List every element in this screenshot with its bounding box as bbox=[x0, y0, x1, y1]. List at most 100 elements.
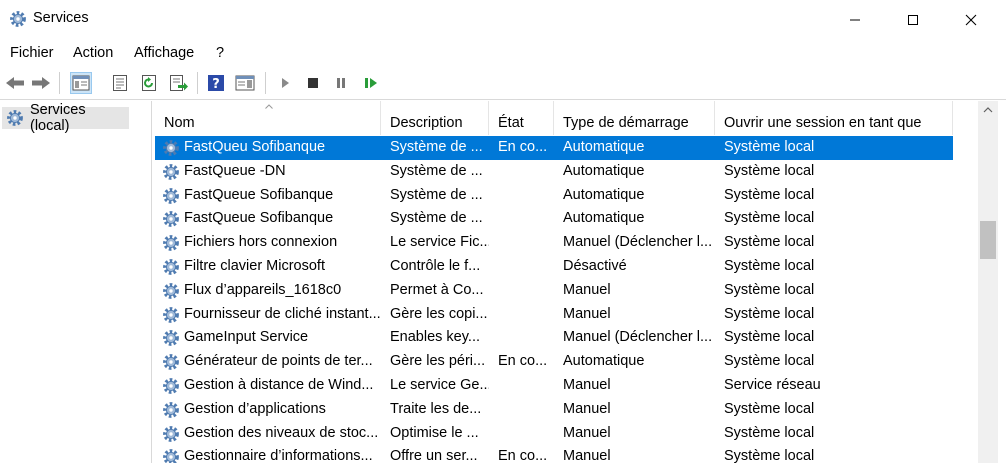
cell-description: Système de ... bbox=[390, 139, 483, 155]
scrollbar-thumb[interactable] bbox=[980, 221, 996, 259]
cell-description: Optimise le ... bbox=[390, 424, 479, 441]
toolbar-separator bbox=[59, 72, 60, 94]
cell-startup-type: Manuel bbox=[563, 424, 611, 441]
close-icon bbox=[965, 14, 977, 26]
maximize-button[interactable] bbox=[884, 0, 942, 40]
cell-state bbox=[489, 303, 554, 327]
table-row[interactable]: Gestion à distance de Wind... Le service … bbox=[155, 374, 953, 398]
cell-state bbox=[489, 231, 554, 255]
start-service-button[interactable] bbox=[274, 72, 296, 94]
maximize-icon bbox=[908, 15, 918, 25]
cell-state: En co... bbox=[498, 353, 548, 370]
table-row[interactable]: Générateur de points de ter... Gère les p… bbox=[155, 350, 953, 374]
restart-service-button[interactable] bbox=[360, 72, 382, 94]
menu-help[interactable]: ? bbox=[216, 45, 224, 61]
export-list-icon bbox=[170, 75, 188, 91]
menu-bar: Fichier Action Affichage ? bbox=[0, 40, 1006, 66]
table-row[interactable]: FastQueu Sofibanque Système de ... En co..… bbox=[155, 136, 953, 160]
pause-service-button[interactable] bbox=[330, 72, 352, 94]
close-button[interactable] bbox=[942, 0, 1000, 40]
back-arrow-icon bbox=[6, 77, 24, 89]
services-gear-icon bbox=[10, 11, 26, 27]
show-hide-action-pane-icon bbox=[235, 75, 255, 91]
column-header-description[interactable]: Description bbox=[381, 101, 489, 135]
cell-logon-as: Système local bbox=[724, 281, 815, 298]
window-edge bbox=[998, 101, 1006, 463]
menu-affichage[interactable]: Affichage bbox=[134, 45, 194, 61]
cell-startup-type: Manuel bbox=[563, 448, 611, 463]
cell-description: Gère les copi... bbox=[390, 305, 488, 322]
cell-description: Enables key... bbox=[390, 329, 481, 346]
menu-fichier[interactable]: Fichier bbox=[10, 45, 54, 61]
table-row[interactable]: Fournisseur de cliché instant... Gère les… bbox=[155, 303, 953, 327]
cell-startup-type: Automatique bbox=[563, 210, 645, 227]
cell-state bbox=[489, 279, 554, 303]
cell-description: Contrôle le f... bbox=[390, 258, 481, 274]
cell-logon-as: Système local bbox=[724, 234, 815, 251]
table-row[interactable]: GameInput Service Enables key... Manuel (D… bbox=[155, 326, 953, 350]
cell-description: Gère les péri... bbox=[390, 353, 486, 370]
table-row[interactable]: FastQueue Sofibanque Système de ... Automa… bbox=[155, 207, 953, 231]
help-icon: ? bbox=[208, 75, 224, 92]
refresh-button[interactable] bbox=[139, 72, 161, 94]
column-header-startup-type[interactable]: Type de démarrage bbox=[554, 101, 715, 135]
cell-logon-as: Système local bbox=[724, 353, 815, 370]
table-row[interactable]: Gestion d’applications Traite les de... Ma… bbox=[155, 398, 953, 422]
minimize-button[interactable] bbox=[826, 0, 884, 40]
cell-description: Permet à Co... bbox=[390, 281, 484, 298]
properties-icon bbox=[113, 75, 127, 91]
toolbar-separator bbox=[197, 72, 198, 94]
forward-button[interactable] bbox=[30, 72, 52, 94]
menu-action[interactable]: Action bbox=[73, 45, 113, 61]
cell-startup-type: Manuel (Déclencher l... bbox=[563, 329, 713, 346]
column-header-state[interactable]: État bbox=[489, 101, 554, 135]
table-row[interactable]: Gestionnaire d’informations... Offre un s… bbox=[155, 445, 953, 463]
cell-logon-as: Système local bbox=[724, 400, 815, 417]
column-header-logon-as[interactable]: Ouvrir une session en tant que bbox=[715, 101, 953, 135]
toolbar: ? bbox=[0, 66, 1006, 100]
cell-startup-type: Désactivé bbox=[563, 258, 627, 274]
stop-service-button[interactable] bbox=[302, 72, 324, 94]
console-tree: Services (local) bbox=[0, 101, 152, 463]
cell-name: Gestion des niveaux de stoc... bbox=[184, 424, 379, 441]
cell-startup-type: Manuel bbox=[563, 305, 611, 322]
cell-state bbox=[489, 398, 554, 422]
cell-startup-type: Manuel (Déclencher l... bbox=[563, 234, 713, 251]
table-row[interactable]: FastQueue Sofibanque Système de ... Automa… bbox=[155, 184, 953, 208]
services-gear-icon bbox=[7, 110, 23, 126]
cell-state bbox=[489, 326, 554, 350]
cell-startup-type: Manuel bbox=[563, 281, 611, 298]
start-service-icon bbox=[282, 78, 289, 88]
table-row[interactable]: FastQueue -DN Système de ... Automatique Sy… bbox=[155, 160, 953, 184]
tree-item-services-local[interactable]: Services (local) bbox=[2, 102, 129, 134]
title-bar: Services bbox=[0, 0, 1006, 40]
cell-state bbox=[489, 160, 554, 184]
cell-startup-type: Manuel bbox=[563, 377, 611, 393]
table-row[interactable]: Gestion des niveaux de stoc... Optimise l… bbox=[155, 422, 953, 446]
show-hide-console-tree-button[interactable] bbox=[70, 72, 92, 94]
cell-state bbox=[489, 374, 554, 398]
toolbar-separator bbox=[265, 72, 266, 94]
show-hide-action-pane-button[interactable] bbox=[234, 72, 256, 94]
cell-logon-as: Système local bbox=[724, 305, 815, 322]
forward-arrow-icon bbox=[32, 77, 50, 89]
export-list-button[interactable] bbox=[168, 72, 190, 94]
pause-service-icon bbox=[337, 78, 345, 88]
cell-state: En co... bbox=[498, 139, 548, 155]
table-row[interactable]: Fichiers hors connexion Le service Fic...… bbox=[155, 231, 953, 255]
column-header-name[interactable]: Nom bbox=[155, 101, 381, 135]
cell-description: Système de ... bbox=[390, 162, 483, 179]
cell-state bbox=[489, 255, 554, 279]
vertical-scrollbar[interactable] bbox=[978, 101, 998, 463]
scroll-up-button[interactable] bbox=[978, 101, 998, 118]
table-row[interactable]: Filtre clavier Microsoft Contrôle le f...… bbox=[155, 255, 953, 279]
cell-name: FastQueu Sofibanque bbox=[184, 139, 326, 155]
services-list: Nom Description État Type de démarrage O… bbox=[155, 101, 978, 463]
properties-button[interactable] bbox=[109, 72, 131, 94]
cell-logon-as: Service réseau bbox=[724, 377, 821, 393]
table-row[interactable]: Flux d’appareils_1618c0 Permet à Co... Man… bbox=[155, 279, 953, 303]
back-button[interactable] bbox=[4, 72, 26, 94]
cell-description: Le service Fic... bbox=[390, 234, 489, 251]
cell-name: Générateur de points de ter... bbox=[184, 353, 373, 370]
help-button[interactable]: ? bbox=[205, 72, 227, 94]
